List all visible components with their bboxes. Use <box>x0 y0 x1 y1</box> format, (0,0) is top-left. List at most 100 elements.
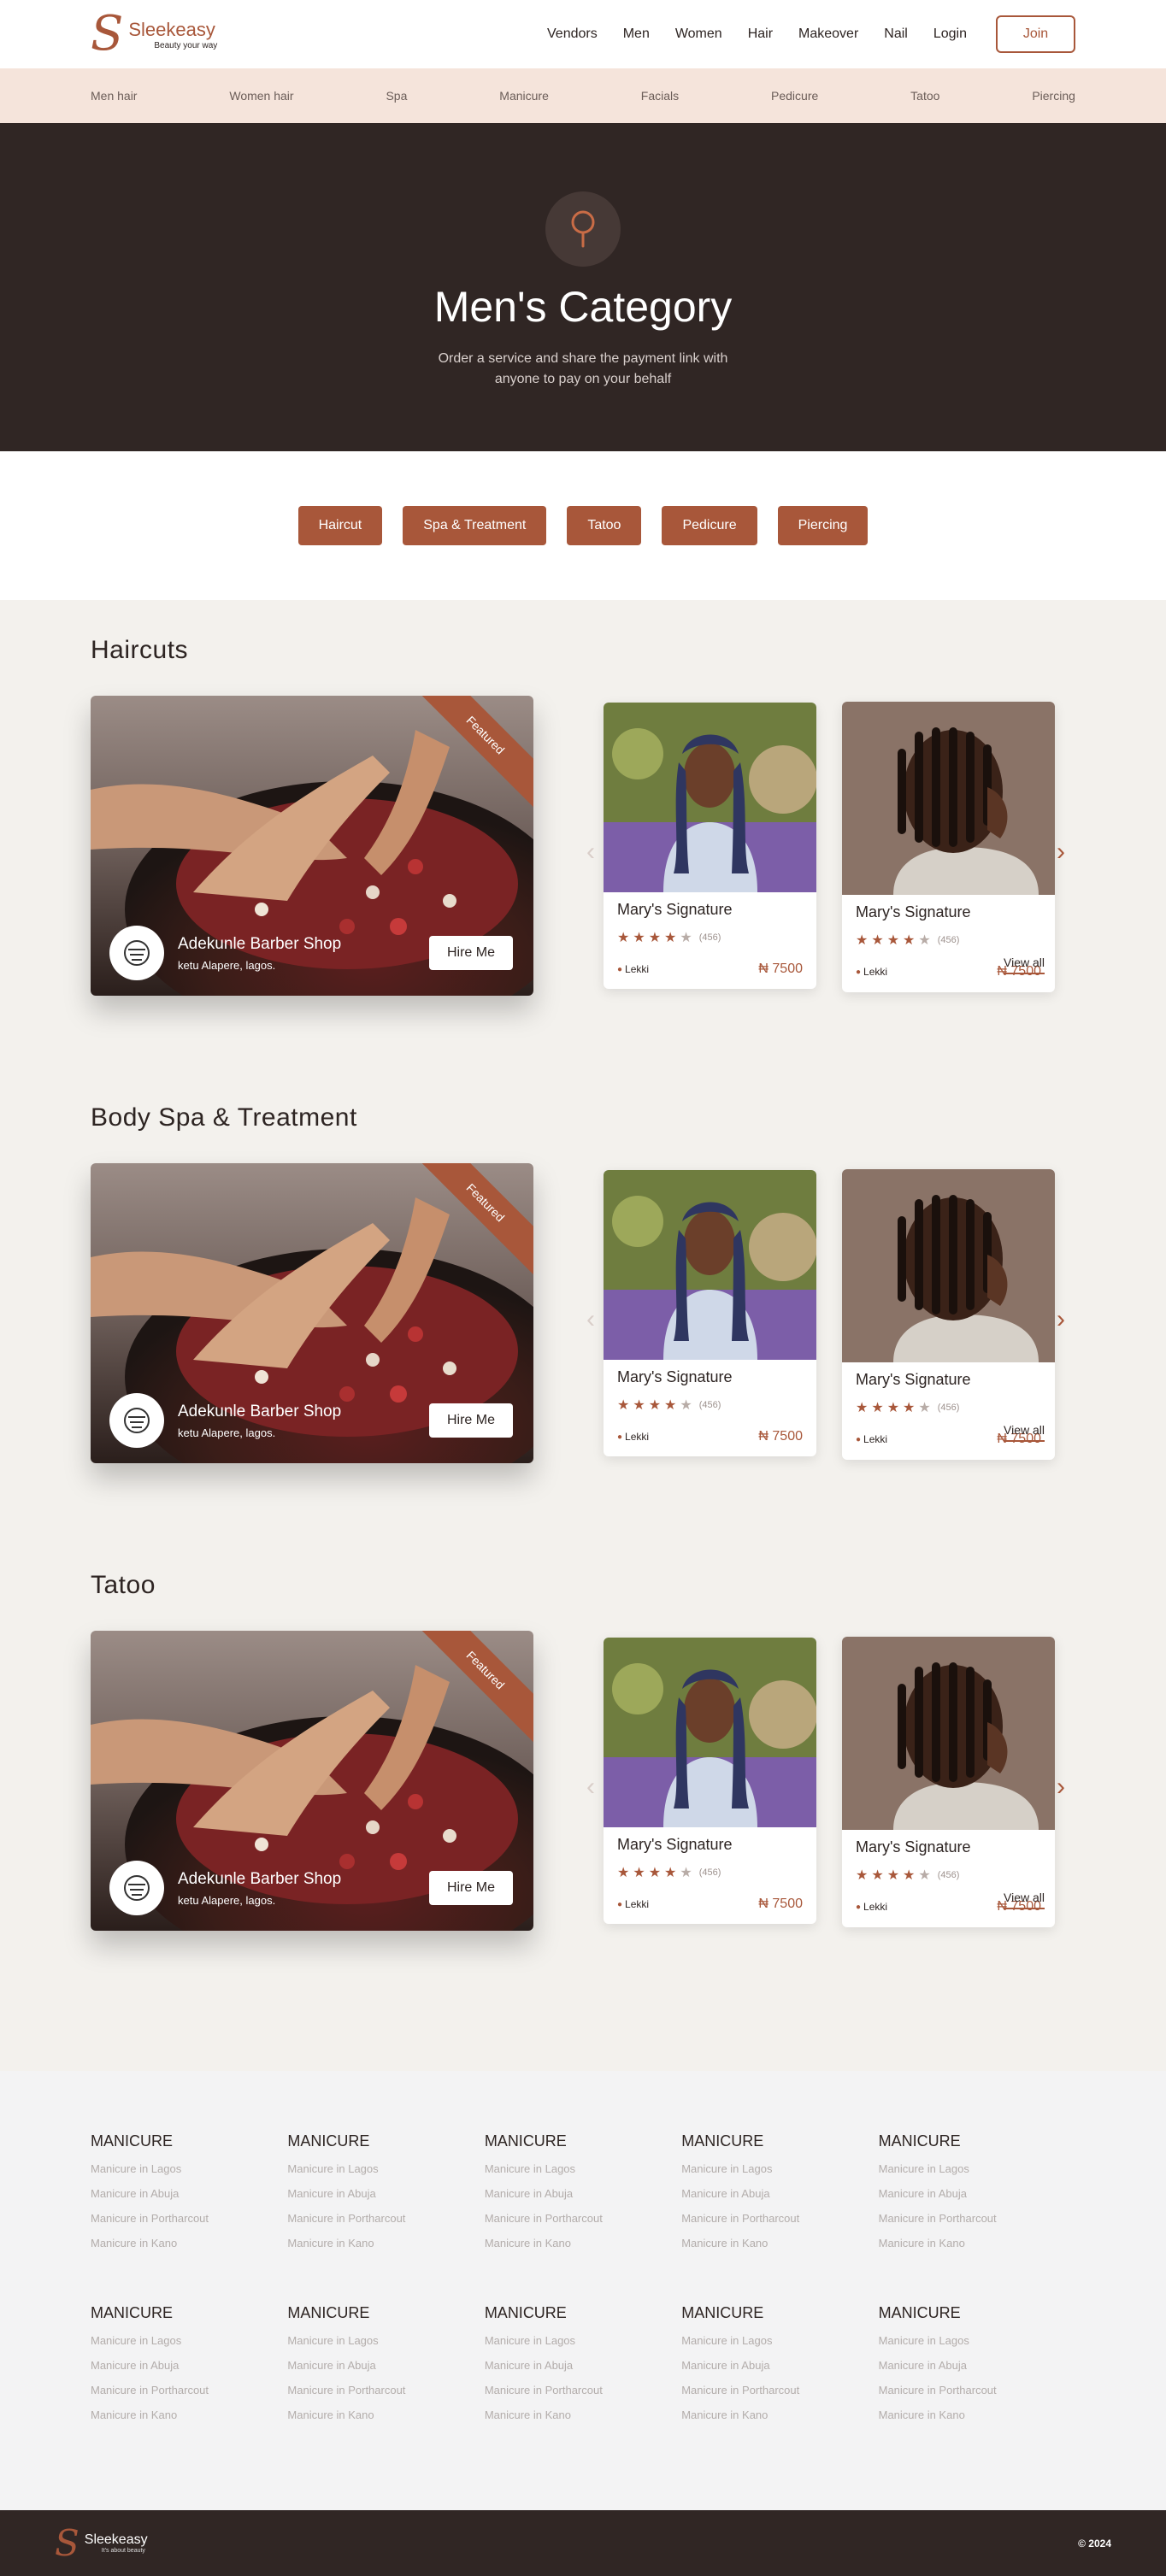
carousel-prev-icon[interactable]: ‹ <box>586 1305 595 1334</box>
footer-link[interactable]: Manicure in Kano <box>681 2237 878 2250</box>
footer-link[interactable]: Manicure in Kano <box>485 2408 681 2421</box>
footer-link[interactable]: Manicure in Portharcout <box>91 2384 287 2397</box>
service-card[interactable]: Mary's Signature ★ ★ ★ ★ ★ (456) ● Lekki <box>842 1637 1055 1927</box>
service-card[interactable]: Mary's Signature ★ ★ ★ ★ ★ (456) ● Lekki <box>842 702 1055 992</box>
footer-link-row: MANICURE Manicure in Lagos Manicure in A… <box>91 2132 1075 2261</box>
carousel-next-icon[interactable]: › <box>1057 1305 1065 1334</box>
footer-link[interactable]: Manicure in Abuja <box>485 2359 681 2372</box>
filter-tatoo[interactable]: Tatoo <box>567 506 642 545</box>
section-title: Body Spa & Treatment <box>91 1103 357 1132</box>
carousel-next-icon[interactable]: › <box>1057 838 1065 867</box>
footer-link[interactable]: Manicure in Abuja <box>287 2187 484 2200</box>
footer-link[interactable]: Manicure in Lagos <box>91 2162 287 2175</box>
nav-men[interactable]: Men <box>623 26 650 42</box>
footer-link[interactable]: Manicure in Lagos <box>681 2162 878 2175</box>
footer-link[interactable]: Manicure in Lagos <box>879 2162 1075 2175</box>
location-text: Lekki <box>863 1901 888 1913</box>
footer-link[interactable]: Manicure in Abuja <box>91 2187 287 2200</box>
filter-haircut[interactable]: Haircut <box>297 506 383 545</box>
nav-login[interactable]: Login <box>933 26 967 42</box>
footer-link[interactable]: Manicure in Portharcout <box>287 2384 484 2397</box>
footer-link[interactable]: Manicure in Kano <box>485 2237 681 2250</box>
footer-link[interactable]: Manicure in Abuja <box>681 2187 878 2200</box>
service-card[interactable]: Mary's Signature ★ ★ ★ ★ ★ (456) ● Lekki <box>604 1638 816 1924</box>
featured-vendor-card[interactable]: Featured Adekunle Barber Shop ketu Alape… <box>91 1163 533 1463</box>
nav-vendors[interactable]: Vendors <box>547 26 598 42</box>
service-card[interactable]: Mary's Signature ★ ★ ★ ★ ★ (456) ● Lekki <box>842 1169 1055 1460</box>
star-icon: ★ <box>856 1401 869 1415</box>
join-button[interactable]: Join <box>996 15 1075 53</box>
brand-logo[interactable]: S Sleekeasy Beauty your way <box>91 10 217 58</box>
star-empty-icon: ★ <box>918 1868 931 1883</box>
hero-subtitle: Order a service and share the payment li… <box>438 351 728 386</box>
carousel-next-icon[interactable]: › <box>1057 1773 1065 1802</box>
footer-link[interactable]: Manicure in Portharcout <box>681 2212 878 2225</box>
category-women-hair[interactable]: Women hair <box>229 89 293 103</box>
footer-link[interactable]: Manicure in Lagos <box>91 2334 287 2347</box>
category-manicure[interactable]: Manicure <box>499 89 549 103</box>
hire-me-button[interactable]: Hire Me <box>429 936 513 970</box>
footer-link[interactable]: Manicure in Portharcout <box>879 2384 1075 2397</box>
footer-link[interactable]: Manicure in Portharcout <box>879 2212 1075 2225</box>
nav-hair[interactable]: Hair <box>748 26 773 42</box>
nav-nail[interactable]: Nail <box>884 26 908 42</box>
service-title: Mary's Signature <box>617 901 733 918</box>
footer-link[interactable]: Manicure in Portharcout <box>485 2212 681 2225</box>
nav-women[interactable]: Women <box>675 26 722 42</box>
view-all-link[interactable]: View all <box>1004 1891 1045 1909</box>
footer-link[interactable]: Manicure in Abuja <box>879 2187 1075 2200</box>
category-piercing[interactable]: Piercing <box>1032 89 1075 103</box>
barber-logo-icon <box>109 1861 164 1915</box>
footer-link[interactable]: Manicure in Lagos <box>287 2162 484 2175</box>
rating-count: (456) <box>937 935 960 945</box>
service-location: ● Lekki <box>617 963 649 975</box>
footer-link[interactable]: Manicure in Portharcout <box>91 2212 287 2225</box>
footer-link[interactable]: Manicure in Kano <box>91 2408 287 2421</box>
footer-link[interactable]: Manicure in Kano <box>879 2237 1075 2250</box>
footer-link[interactable]: Manicure in Kano <box>879 2408 1075 2421</box>
featured-vendor-card[interactable]: Featured Adekunle Barber Shop ketu Alape… <box>91 1631 533 1931</box>
star-icon: ★ <box>886 933 900 948</box>
carousel-prev-icon[interactable]: ‹ <box>586 838 595 867</box>
carousel-prev-icon[interactable]: ‹ <box>586 1773 595 1802</box>
footer-link[interactable]: Manicure in Lagos <box>287 2334 484 2347</box>
service-card[interactable]: Mary's Signature ★ ★ ★ ★ ★ (456) ● Lekki <box>604 703 816 989</box>
footer-link[interactable]: Manicure in Lagos <box>879 2334 1075 2347</box>
footer-link[interactable]: Manicure in Kano <box>91 2237 287 2250</box>
filter-pedicure[interactable]: Pedicure <box>662 506 757 545</box>
service-title: Mary's Signature <box>856 903 971 920</box>
star-icon: ★ <box>617 1398 630 1413</box>
category-tatoo[interactable]: Tatoo <box>910 89 939 103</box>
footer-link[interactable]: Manicure in Abuja <box>681 2359 878 2372</box>
featured-vendor-card[interactable]: Featured Adekunle Barber Shop ketu Alape… <box>91 696 533 996</box>
category-facials[interactable]: Facials <box>641 89 679 103</box>
footer-link[interactable]: Manicure in Kano <box>681 2408 878 2421</box>
category-men-hair[interactable]: Men hair <box>91 89 137 103</box>
filter-piercing[interactable]: Piercing <box>777 506 869 545</box>
footer-link[interactable]: Manicure in Lagos <box>485 2334 681 2347</box>
category-pedicure[interactable]: Pedicure <box>771 89 818 103</box>
footer-link[interactable]: Manicure in Portharcout <box>681 2384 878 2397</box>
service-price: ₦ 7500 <box>758 1429 803 1444</box>
filter-spa-treatment[interactable]: Spa & Treatment <box>403 506 547 545</box>
star-rating: ★ ★ ★ ★ ★ (456) <box>856 1399 1041 1416</box>
footer-link[interactable]: Manicure in Portharcout <box>287 2212 484 2225</box>
view-all-link[interactable]: View all <box>1004 1423 1045 1442</box>
hire-me-button[interactable]: Hire Me <box>429 1871 513 1905</box>
footer-link[interactable]: Manicure in Abuja <box>485 2187 681 2200</box>
footer-link[interactable]: Manicure in Abuja <box>287 2359 484 2372</box>
footer-link[interactable]: Manicure in Kano <box>287 2408 484 2421</box>
nav-makeover[interactable]: Makeover <box>798 26 858 42</box>
footer-link[interactable]: Manicure in Abuja <box>879 2359 1075 2372</box>
star-icon: ★ <box>903 933 916 948</box>
footer-link[interactable]: Manicure in Abuja <box>91 2359 287 2372</box>
service-card[interactable]: Mary's Signature ★ ★ ★ ★ ★ (456) ● Lekki <box>604 1170 816 1456</box>
view-all-link[interactable]: View all <box>1004 956 1045 974</box>
footer-link[interactable]: Manicure in Lagos <box>681 2334 878 2347</box>
hire-me-button[interactable]: Hire Me <box>429 1403 513 1438</box>
footer-link[interactable]: Manicure in Kano <box>287 2237 484 2250</box>
footer-link[interactable]: Manicure in Lagos <box>485 2162 681 2175</box>
footer-link[interactable]: Manicure in Portharcout <box>485 2384 681 2397</box>
category-spa[interactable]: Spa <box>386 89 407 103</box>
location-pin-icon: ● <box>856 967 862 977</box>
